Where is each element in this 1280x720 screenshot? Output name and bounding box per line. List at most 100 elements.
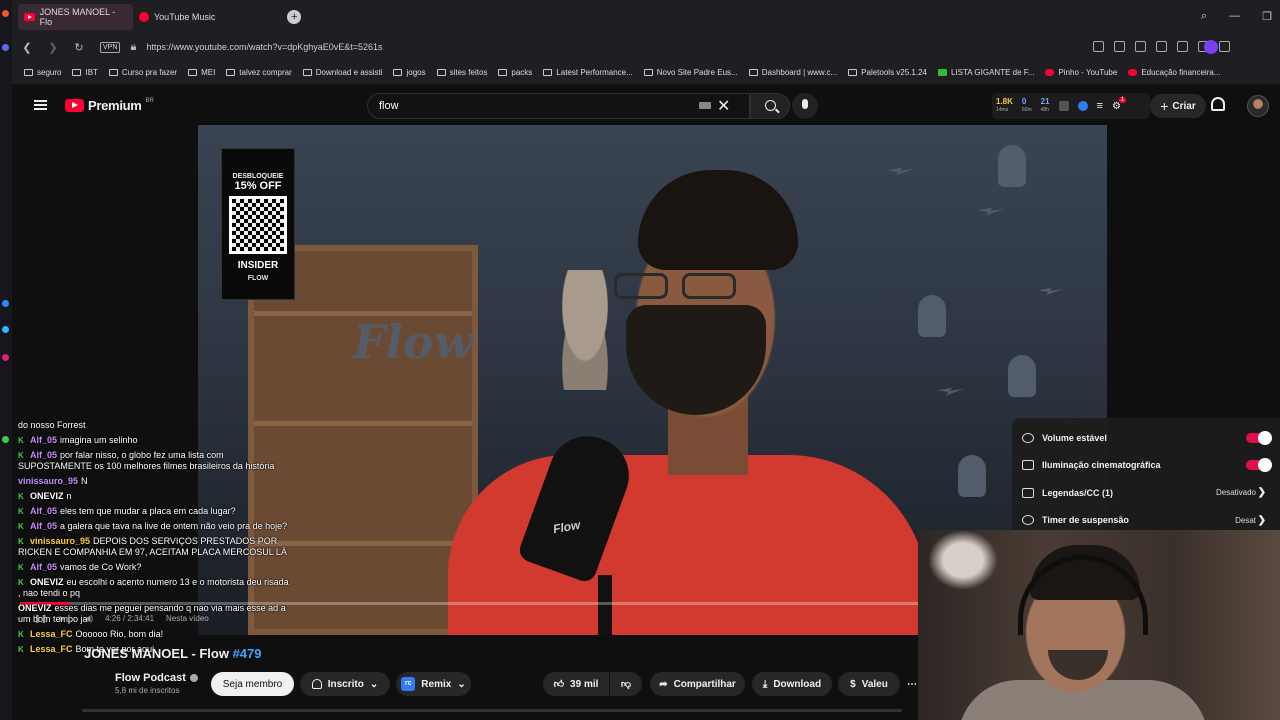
chat-text: Oooooo Rio, bom dia! xyxy=(75,629,164,639)
heart-icon[interactable] xyxy=(1177,41,1188,52)
reload-icon[interactable]: ↻ xyxy=(68,41,90,54)
settings-stable-volume[interactable]: Volume estável xyxy=(1012,424,1280,452)
hamburger-menu-icon[interactable] xyxy=(34,100,47,110)
sidebar-app-icon[interactable] xyxy=(2,44,9,51)
join-button[interactable]: Seja membro xyxy=(211,672,294,696)
extension-badge-icon[interactable]: ⚙ 1 xyxy=(1112,96,1126,112)
new-tab-button[interactable]: + xyxy=(287,10,302,24)
chat-username[interactable]: ONEVIZ xyxy=(18,603,52,613)
bookmark-item[interactable]: LISTA GIGANTE de F... xyxy=(938,68,1034,77)
kick-badge-icon: K xyxy=(18,578,24,587)
player-icon[interactable] xyxy=(1156,41,1167,52)
settings-menu: Volume estável Iluminação cinematográfic… xyxy=(1012,418,1280,530)
share-button[interactable]: ➦ Compartilhar xyxy=(650,672,745,696)
bookmark-item[interactable]: Curso pra fazer xyxy=(108,68,177,77)
search-tabs-icon[interactable]: ⌕ xyxy=(1201,10,1207,23)
chevron-right-icon: ❯ xyxy=(1257,487,1266,499)
chat-username[interactable]: Alf_05 xyxy=(30,562,57,572)
search-input[interactable] xyxy=(379,100,679,112)
channel-name[interactable]: Flow Podcast xyxy=(115,672,198,684)
horizontal-scrollbar[interactable] xyxy=(82,709,902,712)
forward-icon[interactable]: ❯ xyxy=(42,41,64,54)
clear-search-icon[interactable]: ✕ xyxy=(717,96,730,116)
dislike-button[interactable]: 👎︎ xyxy=(610,672,642,696)
voice-search-icon[interactable] xyxy=(792,93,818,119)
bookmark-item[interactable]: talvez comprar xyxy=(226,68,292,77)
chat-username[interactable]: Alf_05 xyxy=(30,435,57,445)
thanks-button[interactable]: $ Valeu xyxy=(838,672,900,696)
chat-username[interactable]: ONEVIZ xyxy=(30,577,64,587)
shield-icon[interactable] xyxy=(1135,41,1146,52)
chat-username[interactable]: Lessa_FC xyxy=(30,629,73,639)
chat-username[interactable]: Alf_05 xyxy=(30,506,57,516)
download-button[interactable]: ⤓ Download xyxy=(752,672,832,696)
bookmark-item[interactable]: Latest Performance... xyxy=(543,68,633,77)
youtube-music-icon xyxy=(139,12,149,22)
search-button[interactable] xyxy=(750,93,790,119)
bookmark-item[interactable]: Pinho - YouTube xyxy=(1045,68,1117,77)
chat-message: Kvinissauro_95 DEPOIS DOS SERVIÇOS PRESTA… xyxy=(18,536,293,558)
thumbs-up-icon: 👍︎ xyxy=(553,679,565,690)
create-button[interactable]: + Criar xyxy=(1150,94,1206,118)
sidebar-telegram-icon[interactable] xyxy=(2,326,9,333)
settings-captions[interactable]: Legendas/CC (1) Desativado ❯ xyxy=(1012,479,1280,507)
share-icon[interactable] xyxy=(1093,41,1104,52)
chat-username[interactable]: vinissauro_95 xyxy=(30,536,90,546)
url-field[interactable]: https://www.youtube.com/watch?v=dpKghyaE… xyxy=(146,42,382,52)
chat-username[interactable]: vinissauro_95 xyxy=(18,476,78,486)
chat-username[interactable]: Lessa_FC xyxy=(30,644,73,654)
profile-icon[interactable] xyxy=(1204,40,1218,54)
tab-youtube-music[interactable]: YouTube Music xyxy=(133,4,221,30)
extension-stats[interactable]: 1.8K 14ms 0 60m 21 48h ≡ ⚙ 1 xyxy=(992,93,1150,119)
like-button[interactable]: 👍︎ 39 mil xyxy=(543,672,609,696)
bookmark-item[interactable]: MEI xyxy=(188,68,215,77)
ambient-mode-toggle[interactable] xyxy=(1246,458,1272,473)
extension-icon[interactable] xyxy=(1077,101,1088,111)
bookmark-item[interactable]: packs xyxy=(498,68,532,77)
bookmark-item[interactable]: IBT xyxy=(72,68,98,77)
folder-icon xyxy=(24,68,33,76)
hashtag-link[interactable]: #479 xyxy=(233,646,262,661)
opera-icon[interactable] xyxy=(2,10,9,17)
chat-message: K ONEVIZ n xyxy=(18,491,293,502)
bookmark-item[interactable]: jogos xyxy=(393,68,426,77)
extension-icon[interactable] xyxy=(1058,101,1069,111)
bookmark-item[interactable]: Dashboard | www.c... xyxy=(748,68,837,77)
bookmark-item[interactable]: Novo Site Padre Eus... xyxy=(643,68,738,77)
bookmark-item[interactable]: sites feitos xyxy=(436,68,487,77)
minimize-icon[interactable]: — xyxy=(1229,10,1240,23)
chat-message: K Alf_05 a galera que tava na live de onte… xyxy=(18,521,293,532)
insider-promo-overlay[interactable]: DESBLOQUEIE 15% OFF INSIDER FLOW xyxy=(221,148,295,300)
youtube-premium-logo[interactable]: Premium BR xyxy=(65,98,154,113)
vpn-badge[interactable]: VPN xyxy=(100,41,121,53)
sidebar-messenger-icon[interactable] xyxy=(2,300,9,307)
sidebar-instagram-icon[interactable] xyxy=(2,354,9,361)
menu-icon[interactable] xyxy=(1219,41,1230,52)
remix-icon: rc xyxy=(401,677,416,691)
folder-icon xyxy=(393,68,403,76)
keyboard-icon[interactable] xyxy=(699,102,711,109)
tab-jones-manoel[interactable]: JONES MANOEL - Flo xyxy=(18,4,133,30)
list-icon[interactable]: ≡ xyxy=(1097,100,1103,112)
bookmark-item[interactable]: seguro xyxy=(24,68,61,77)
notifications-bell-icon[interactable] xyxy=(1211,97,1225,111)
back-icon[interactable]: ❮ xyxy=(16,41,38,54)
bookmark-item[interactable]: Paletools v25.1.24 xyxy=(848,68,927,77)
chat-username[interactable]: ONEVIZ xyxy=(30,491,64,501)
maximize-icon[interactable]: ❐ xyxy=(1262,10,1272,23)
stable-volume-toggle[interactable] xyxy=(1246,430,1272,445)
remix-button[interactable]: rc Remix ⌄ xyxy=(396,672,471,696)
bear-figure xyxy=(550,270,620,390)
chat-username[interactable]: Alf_05 xyxy=(30,521,57,531)
sidebar-whatsapp-icon[interactable] xyxy=(2,436,9,443)
bookmarks-bar: seguro IBT Curso pra fazer MEI talvez co… xyxy=(12,60,1280,85)
more-actions-icon[interactable]: ⋯ xyxy=(905,672,919,696)
settings-ambient-mode[interactable]: Iluminação cinematográfica xyxy=(1012,452,1280,480)
account-avatar[interactable] xyxy=(1247,95,1269,117)
bookmark-item[interactable]: Download e assisti xyxy=(302,68,382,77)
bookmark-item[interactable]: Educação financeira... xyxy=(1128,68,1220,77)
subscribed-button[interactable]: Inscrito ⌄ xyxy=(300,672,390,696)
chat-username[interactable]: Alf_05 xyxy=(30,450,57,460)
camera-icon[interactable] xyxy=(1114,41,1125,52)
search-box xyxy=(367,93,750,119)
